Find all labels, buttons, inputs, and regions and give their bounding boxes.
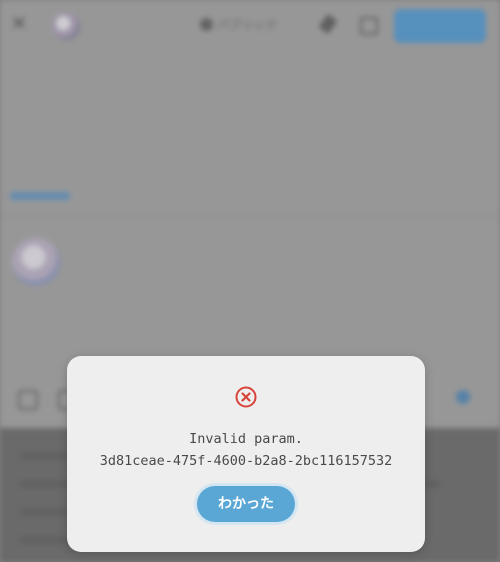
error-circle-x-icon (235, 386, 257, 408)
error-dialog: Invalid param. 3d81ceae-475f-4600-b2a8-2… (67, 356, 425, 552)
error-message: Invalid param. 3d81ceae-475f-4600-b2a8-2… (67, 428, 425, 472)
error-message-line: Invalid param. (189, 431, 303, 447)
ok-button[interactable]: わかった (197, 486, 295, 522)
error-id-line: 3d81ceae-475f-4600-b2a8-2bc116157532 (99, 453, 393, 469)
